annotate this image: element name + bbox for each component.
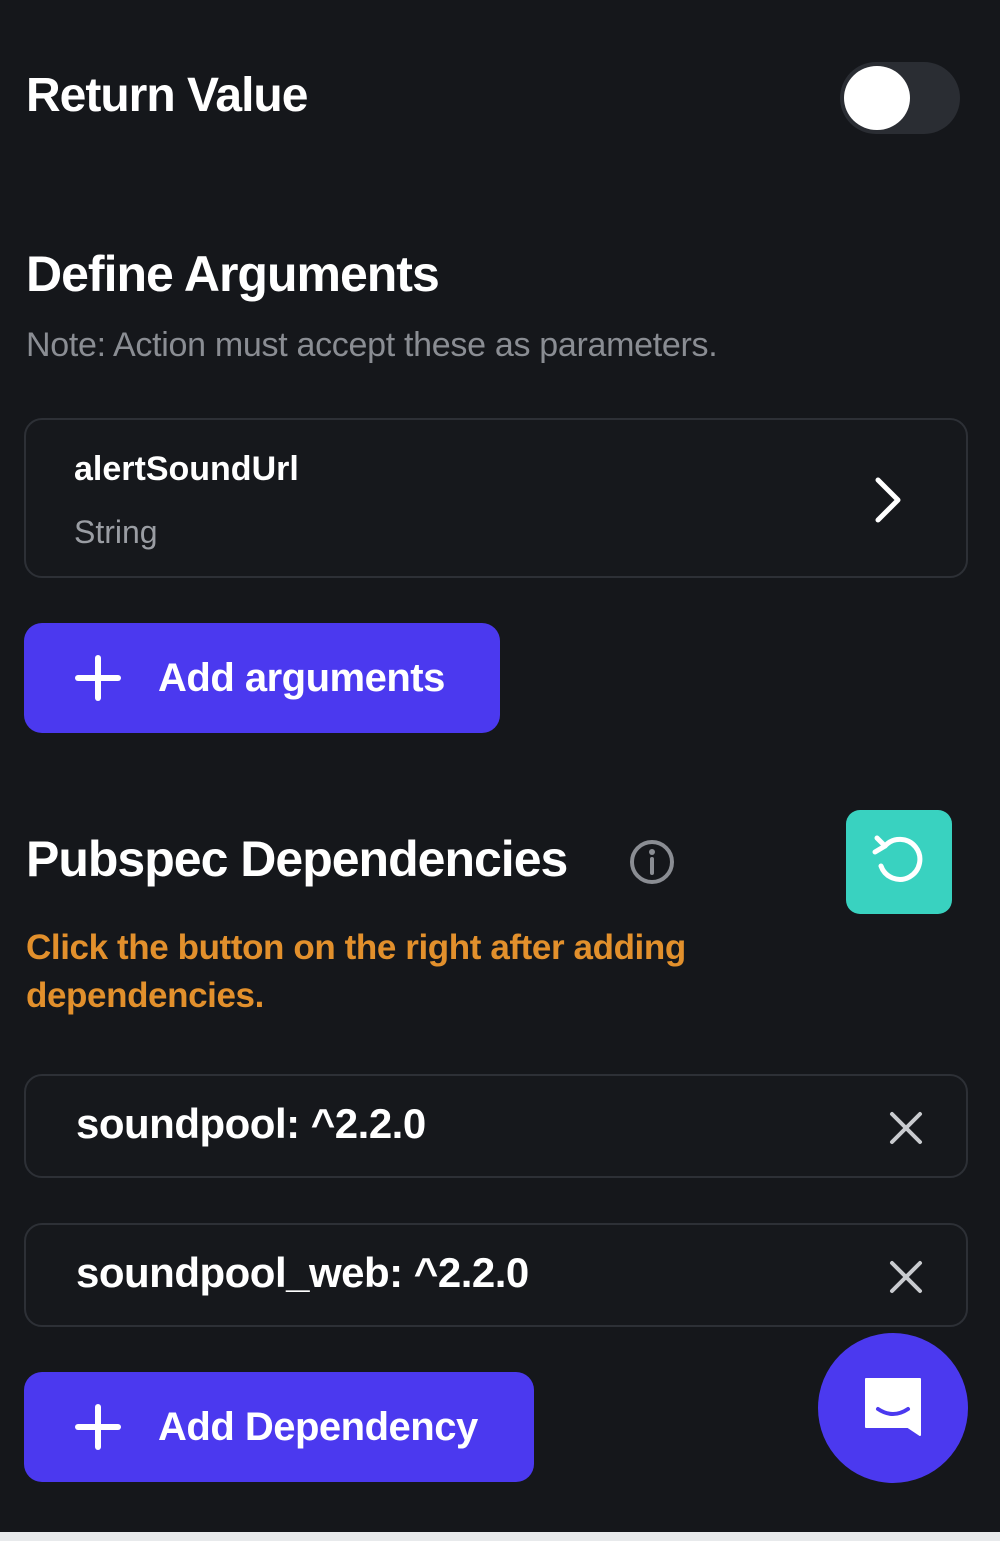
pubspec-warning: Click the button on the right after addi… — [26, 928, 686, 1015]
chat-support-button[interactable] — [818, 1333, 968, 1483]
info-icon[interactable] — [628, 838, 676, 886]
add-arguments-button[interactable]: Add arguments — [24, 623, 500, 733]
bottom-edge — [0, 1532, 1000, 1541]
return-value-toggle[interactable] — [840, 62, 960, 134]
chat-icon — [865, 1378, 921, 1436]
argument-name: alertSoundUrl — [74, 450, 299, 488]
add-dependency-label: Add Dependency — [158, 1404, 478, 1449]
close-icon[interactable] — [888, 1110, 924, 1146]
dependency-item[interactable]: soundpool: ^2.2.0 — [24, 1074, 968, 1178]
dependency-item[interactable]: soundpool_web: ^2.2.0 — [24, 1223, 968, 1327]
close-icon[interactable] — [888, 1259, 924, 1295]
arguments-note: Note: Action must accept these as parame… — [26, 326, 718, 364]
chevron-right-icon — [875, 477, 901, 523]
dependency-text: soundpool: ^2.2.0 — [76, 1100, 426, 1147]
plus-icon — [75, 1404, 121, 1450]
plus-icon — [75, 655, 121, 701]
toggle-knob — [844, 66, 910, 130]
add-dependency-button[interactable]: Add Dependency — [24, 1372, 534, 1482]
return-value-title: Return Value — [26, 69, 308, 122]
define-arguments-title: Define Arguments — [26, 246, 440, 302]
refresh-dependencies-button[interactable] — [846, 810, 952, 914]
argument-card[interactable]: alertSoundUrl String — [24, 418, 968, 578]
pubspec-dependencies-title: Pubspec Dependencies — [26, 831, 568, 887]
argument-type: String — [74, 514, 158, 550]
add-arguments-label: Add arguments — [158, 655, 445, 700]
dependency-text: soundpool_web: ^2.2.0 — [76, 1249, 529, 1296]
refresh-icon — [872, 835, 923, 882]
